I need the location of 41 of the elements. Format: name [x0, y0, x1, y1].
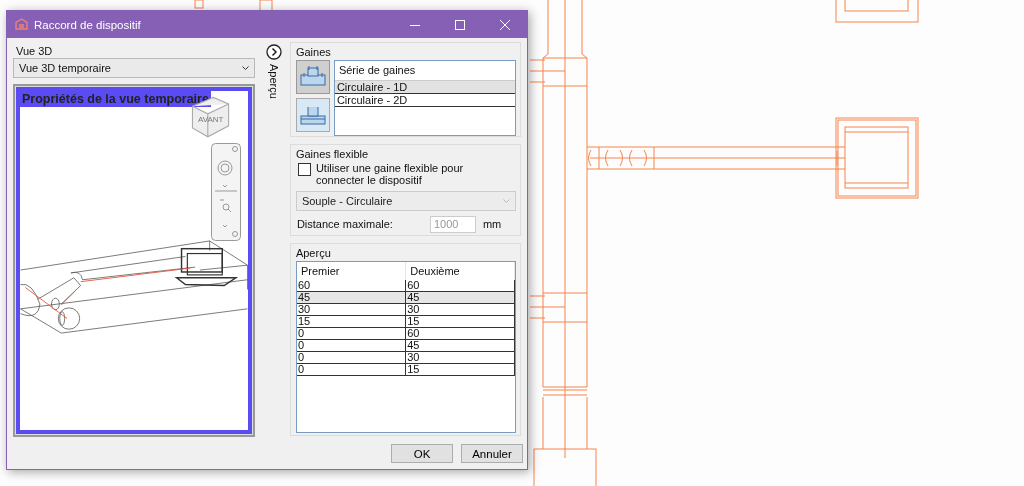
table-cell: 30 [405, 303, 515, 316]
table-cell: 0 [296, 339, 406, 352]
column-header: Deuxième [405, 262, 515, 280]
dialog-button[interactable]: OK [391, 444, 453, 463]
view-3d-viewport[interactable]: Propriétés de la vue temporaire AVANT [13, 84, 256, 437]
caret-icon [242, 66, 250, 70]
preview-toggle-label[interactable]: Aperçu [267, 64, 280, 99]
duct-type-button[interactable] [295, 60, 330, 94]
table-cell: 45 [405, 339, 515, 352]
group-label: Gaines flexible [295, 147, 370, 162]
list-item[interactable]: Circulaire - 2D [334, 94, 515, 107]
table-cell: 0 [296, 327, 406, 340]
maximize-icon[interactable] [454, 19, 465, 30]
close-icon[interactable] [499, 19, 510, 30]
viewport-title: Propriétés de la vue temporaire [20, 91, 211, 107]
field-label: Distance maximale: [295, 218, 394, 230]
dialog-button[interactable]: Annuler [461, 444, 523, 463]
table-cell: 0 [296, 351, 406, 364]
group-label: Gaines [295, 45, 332, 60]
column-header: Premier [296, 262, 406, 280]
table-cell: 30 [405, 351, 515, 364]
checkbox-label: Utiliser une gaine flexible pour connecter le dispositif [315, 162, 465, 186]
table-cell: 0 [296, 363, 406, 376]
table-cell: 60 [405, 327, 515, 340]
caret-icon [503, 199, 510, 203]
field-label: Vue 3D [15, 44, 54, 58]
app-icon [15, 18, 28, 31]
window-title: Raccord de dispositif [34, 18, 142, 31]
table-cell: 15 [405, 315, 515, 328]
view-dropdown[interactable]: Vue 3D temporaire [13, 58, 256, 78]
table-cell: 60 [405, 280, 515, 292]
unit-label: mm [482, 218, 502, 230]
table-cell: 15 [405, 363, 515, 376]
group-label: Aperçu [295, 246, 332, 261]
table-cell: 15 [296, 315, 406, 328]
list-item[interactable]: Circulaire - 1D [334, 81, 515, 94]
table-cell: 60 [296, 280, 406, 292]
checkbox[interactable] [297, 163, 311, 176]
view-cube-label: AVANT [198, 115, 224, 124]
table-cell: 30 [296, 303, 406, 316]
tee-fitting-icon [299, 65, 326, 89]
